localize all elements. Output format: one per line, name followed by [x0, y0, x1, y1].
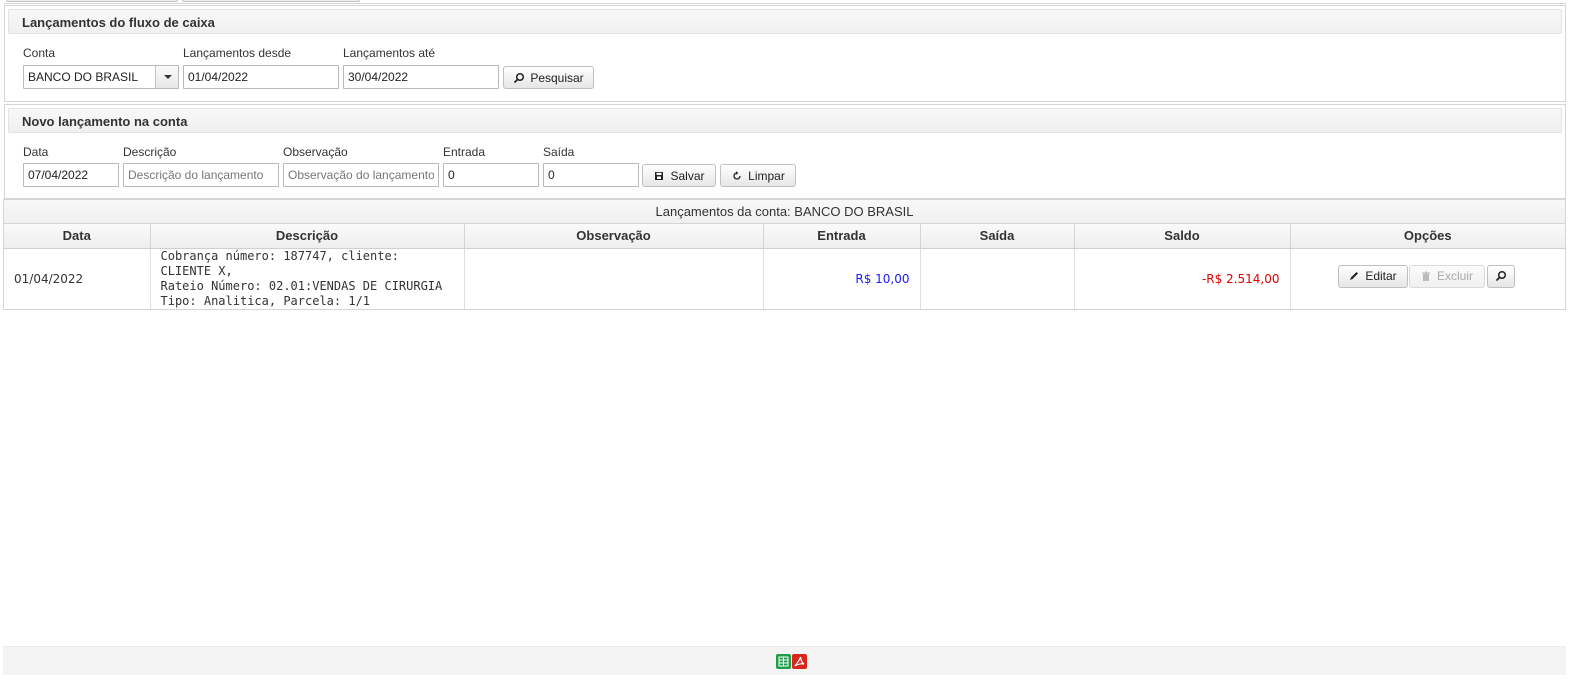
table-row: 01/04/2022 Cobrança número: 187747, clie… — [4, 248, 1565, 309]
description-line: Tipo: Analitica, Parcela: 1/1 — [160, 293, 371, 308]
pencil-icon — [1350, 272, 1359, 280]
pdf-icon[interactable] — [792, 654, 807, 669]
entries-table: Data Descrição Observação Entrada Saída … — [4, 224, 1565, 309]
filter-panel: Lançamentos do fluxo de caixa Conta BANC… — [4, 5, 1566, 102]
refresh-icon — [733, 170, 741, 180]
observation-input[interactable] — [283, 163, 439, 187]
delete-button-label: Excluir — [1436, 269, 1473, 283]
column-header-data[interactable]: Data — [4, 224, 151, 249]
new-entry-panel-title: Novo lançamento na conta — [8, 108, 1562, 133]
filter-panel-title: Lançamentos do fluxo de caixa — [8, 9, 1562, 34]
entrada-label: Entrada — [443, 145, 486, 159]
from-label: Lançamentos desde — [183, 46, 292, 60]
edit-button[interactable]: Editar — [1337, 264, 1408, 288]
column-header-descricao[interactable]: Descrição — [150, 224, 465, 249]
to-date-input[interactable] — [343, 65, 499, 89]
chevron-down-icon[interactable] — [155, 66, 178, 88]
save-button[interactable]: Salvar — [642, 164, 716, 187]
export-footer — [3, 646, 1566, 675]
cell-date: 01/04/2022 — [4, 248, 151, 309]
view-button[interactable] — [1486, 264, 1515, 288]
delete-button[interactable]: Excluir — [1408, 264, 1485, 288]
observation-label: Observação — [283, 145, 348, 159]
date-input[interactable] — [23, 163, 119, 187]
date-label: Data — [23, 145, 49, 159]
entries-grid: Lançamentos da conta: BANCO DO BRASIL Da… — [3, 199, 1566, 310]
cell-saida — [920, 248, 1075, 309]
save-button-label: Salvar — [670, 168, 705, 183]
top-divider — [4, 3, 1566, 4]
column-header-observacao[interactable]: Observação — [464, 224, 764, 249]
description-line: Cobrança número: 187747, cliente: CLIENT… — [160, 248, 399, 278]
cell-observation — [464, 248, 764, 309]
table-header-row: Data Descrição Observação Entrada Saída … — [4, 224, 1565, 249]
cell-description: Cobrança número: 187747, cliente: CLIENT… — [150, 248, 465, 309]
top-tabs — [0, 0, 1572, 4]
grid-caption: Lançamentos da conta: BANCO DO BRASIL — [4, 200, 1565, 224]
trash-icon — [1421, 271, 1430, 281]
top-tab-2[interactable] — [182, 0, 360, 2]
column-header-saida[interactable]: Saída — [920, 224, 1075, 249]
column-header-saldo[interactable]: Saldo — [1074, 224, 1291, 249]
entrada-input[interactable] — [443, 163, 539, 187]
new-entry-panel: Novo lançamento na conta Data Descrição … — [4, 104, 1566, 199]
cell-options: Editar Excluir — [1290, 248, 1565, 309]
search-button-label: Pesquisar — [530, 70, 584, 85]
account-label: Conta — [23, 46, 56, 60]
to-label: Lançamentos até — [343, 46, 436, 60]
from-date-input[interactable] — [183, 65, 339, 89]
edit-button-label: Editar — [1365, 269, 1397, 283]
clear-button-label: Limpar — [748, 168, 785, 183]
description-line: Rateio Número: 02.01:VENDAS DE CIRURGIA — [160, 278, 443, 293]
cell-saldo: -R$ 2.514,00 — [1074, 248, 1291, 309]
description-label: Descrição — [123, 145, 177, 159]
saida-input[interactable] — [543, 163, 639, 187]
excel-icon[interactable] — [776, 654, 791, 669]
clear-button[interactable]: Limpar — [720, 164, 796, 187]
search-icon — [514, 72, 525, 83]
column-header-opcoes: Opções — [1290, 224, 1565, 249]
search-icon — [1495, 270, 1506, 282]
column-header-entrada[interactable]: Entrada — [763, 224, 921, 249]
description-input[interactable] — [123, 163, 279, 187]
search-button[interactable]: Pesquisar — [503, 66, 594, 89]
account-select-value: BANCO DO BRASIL — [28, 70, 139, 84]
top-tab-1[interactable] — [6, 0, 178, 2]
saida-label: Saída — [543, 145, 575, 159]
account-select[interactable]: BANCO DO BRASIL — [23, 65, 179, 89]
cell-entrada: R$ 10,00 — [763, 248, 921, 309]
save-icon — [655, 171, 664, 180]
